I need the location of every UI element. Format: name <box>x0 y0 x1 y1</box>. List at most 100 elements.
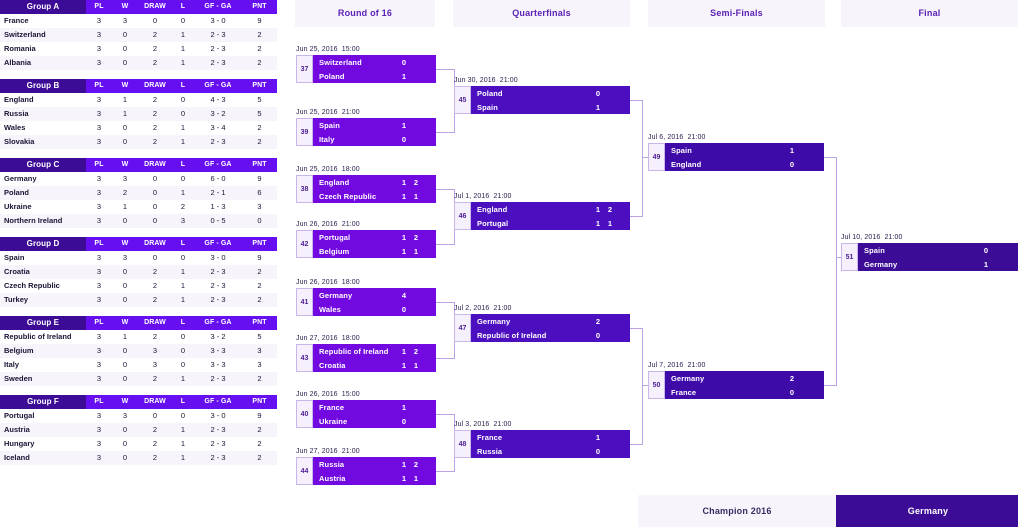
match-card[interactable]: Jul 1, 2016 21:00 46 England 1 2 Portugal 1 1 <box>454 191 630 230</box>
stat-pnt: 5 <box>257 109 262 118</box>
match-box[interactable]: 47 Germany 2 Republic of Ireland 0 <box>454 314 630 342</box>
match-card[interactable]: Jun 30, 2016 21:00 45 Poland 0 Spain 1 <box>454 75 630 114</box>
match-box[interactable]: 43 Republic of Ireland 1 2 Croatia 1 1 <box>296 344 436 372</box>
stat-pl: 3 <box>96 188 102 197</box>
match-number: 51 <box>841 243 858 271</box>
group-table-row: Croatia 3 0 2 1 2 - 3 2 <box>0 265 277 279</box>
group-table: Group C PL W DRAW L GF - GA PNT Germany 3 3 0 0 6 - … <box>0 158 277 228</box>
stat-l: 1 <box>180 123 186 132</box>
match-box[interactable]: 38 England 1 2 Czech Republic 1 1 <box>296 175 436 203</box>
stat-gfga: 2 - 1 <box>210 188 226 197</box>
match-datetime: Jun 27, 2016 21:00 <box>296 446 436 457</box>
match-card[interactable]: Jun 27, 2016 18:00 43 Republic of Ireland 1… <box>296 333 436 372</box>
stat-pl: 3 <box>96 44 102 53</box>
match-date: Jun 27, 2016 <box>296 335 338 342</box>
match-card[interactable]: Jul 3, 2016 21:00 48 France 1 Russia 0 <box>454 419 630 458</box>
group-table-row: Belgium 3 0 3 0 3 - 3 3 <box>0 344 277 358</box>
stat-w: 0 <box>122 216 128 225</box>
stat-gfga: 2 - 3 <box>210 44 226 53</box>
match-box[interactable]: 42 Portugal 1 2 Belgium 1 1 <box>296 230 436 258</box>
match-box[interactable]: 44 Russia 1 2 Austria 1 1 <box>296 457 436 485</box>
match-card[interactable]: Jun 27, 2016 21:00 44 Russia 1 2 Austria 1 1 <box>296 446 436 485</box>
stat-l: 0 <box>180 332 186 341</box>
group-table: Group D PL W DRAW L GF - GA PNT Spain 3 3 0 0 3 - 0 9… <box>0 237 277 307</box>
match-box[interactable]: 49 Spain 1 England 0 <box>648 143 824 171</box>
stat-w: 3 <box>122 16 128 25</box>
match-teams: Republic of Ireland 1 2 Croatia 1 1 <box>313 344 436 372</box>
stat-w: 0 <box>122 44 128 53</box>
column-header-gf-ga: GF - GA <box>194 237 242 251</box>
stat-pl: 3 <box>96 439 102 448</box>
match-box[interactable]: 51 Spain 0 Germany 1 <box>841 243 1018 271</box>
group-standings-panel: Group A PL W DRAW L GF - GA PNT France 3 3 0 0 3 - 0… <box>0 0 277 474</box>
match-datetime: Jun 25, 2016 18:00 <box>296 164 436 175</box>
stat-pnt: 2 <box>257 267 262 276</box>
match-score: 1 <box>401 402 407 412</box>
match-box[interactable]: 41 Germany 4 Wales 0 <box>296 288 436 316</box>
match-score: 1 <box>401 346 407 356</box>
match-time: 21:00 <box>493 193 512 200</box>
match-datetime: Jun 26, 2016 15:00 <box>296 389 436 400</box>
match-score: 1 <box>401 360 407 370</box>
match-card[interactable]: Jul 10, 2016 21:00 51 Spain 0 Germany 1 <box>841 232 1018 271</box>
match-away-row: Poland 1 <box>313 69 436 83</box>
match-home-row: Germany 2 <box>665 371 824 385</box>
connector-line <box>436 132 454 133</box>
match-away-row: Spain 1 <box>471 100 630 114</box>
match-card[interactable]: Jun 26, 2016 18:00 41 Germany 4 Wales 0 <box>296 277 436 316</box>
match-number: 44 <box>296 457 313 485</box>
group-table-row: Ukraine 3 1 0 2 1 - 3 3 <box>0 200 277 214</box>
group-table-row: Italy 3 0 3 0 3 - 3 3 <box>0 358 277 372</box>
match-box[interactable]: 40 France 1 Ukraine 0 <box>296 400 436 428</box>
match-box[interactable]: 46 England 1 2 Portugal 1 1 <box>454 202 630 230</box>
match-box[interactable]: 37 Switzerland 0 Poland 1 <box>296 55 436 83</box>
round-header-quarterfinals: Quarterfinals <box>453 0 630 27</box>
team-name: Romania <box>4 44 36 53</box>
match-date: Jun 27, 2016 <box>296 448 338 455</box>
match-away-row: England 0 <box>665 157 824 171</box>
stat-pl: 3 <box>96 216 102 225</box>
stat-l: 1 <box>180 439 186 448</box>
stat-w: 3 <box>122 174 128 183</box>
match-card[interactable]: Jul 2, 2016 21:00 47 Germany 2 Republic of I… <box>454 303 630 342</box>
match-card[interactable]: Jul 7, 2016 21:00 50 Germany 2 France 0 <box>648 360 824 399</box>
match-card[interactable]: Jun 26, 2016 15:00 40 France 1 Ukraine 0 <box>296 389 436 428</box>
round-header-semi-finals: Semi-Finals <box>648 0 825 27</box>
match-score: 1 <box>595 204 601 214</box>
stat-draw: 2 <box>152 95 158 104</box>
stat-gfga: 3 - 0 <box>210 16 226 25</box>
match-home-row: Poland 0 <box>471 86 630 100</box>
stat-pnt: 2 <box>257 374 262 383</box>
match-box[interactable]: 39 Spain 1 Italy 0 <box>296 118 436 146</box>
stat-draw: 3 <box>152 346 158 355</box>
match-box[interactable]: 45 Poland 0 Spain 1 <box>454 86 630 114</box>
match-box[interactable]: 50 Germany 2 France 0 <box>648 371 824 399</box>
stat-gfga: 2 - 3 <box>210 439 226 448</box>
stat-draw: 0 <box>152 253 158 262</box>
stat-pnt: 2 <box>257 137 262 146</box>
column-header-w: W <box>112 316 138 330</box>
team-name: Iceland <box>4 453 30 462</box>
stat-w: 3 <box>122 411 128 420</box>
stat-pl: 3 <box>96 374 102 383</box>
match-teams: Russia 1 2 Austria 1 1 <box>313 457 436 485</box>
match-card[interactable]: Jun 26, 2016 21:00 42 Portugal 1 2 Belgium 1 1 <box>296 219 436 258</box>
stat-draw: 2 <box>152 137 158 146</box>
group-table-row: Austria 3 0 2 1 2 - 3 2 <box>0 423 277 437</box>
match-score: 1 <box>401 71 407 81</box>
connector-line <box>436 69 454 70</box>
connector-line <box>824 157 836 158</box>
stat-pnt: 2 <box>257 58 262 67</box>
match-card[interactable]: Jun 25, 2016 15:00 37 Switzerland 0 Poland 1 <box>296 44 436 83</box>
match-teams: Germany 4 Wales 0 <box>313 288 436 316</box>
match-team-name: England <box>477 204 508 214</box>
stat-pnt: 2 <box>257 30 262 39</box>
match-card[interactable]: Jul 6, 2016 21:00 49 Spain 1 England 0 <box>648 132 824 171</box>
column-header-draw: DRAW <box>138 158 172 172</box>
stat-l: 1 <box>180 137 186 146</box>
match-team-name: Spain <box>671 145 692 155</box>
match-box[interactable]: 48 France 1 Russia 0 <box>454 430 630 458</box>
match-card[interactable]: Jun 25, 2016 18:00 38 England 1 2 Czech Repub… <box>296 164 436 203</box>
group-name: Group D <box>0 237 86 251</box>
match-card[interactable]: Jun 25, 2016 21:00 39 Spain 1 Italy 0 <box>296 107 436 146</box>
